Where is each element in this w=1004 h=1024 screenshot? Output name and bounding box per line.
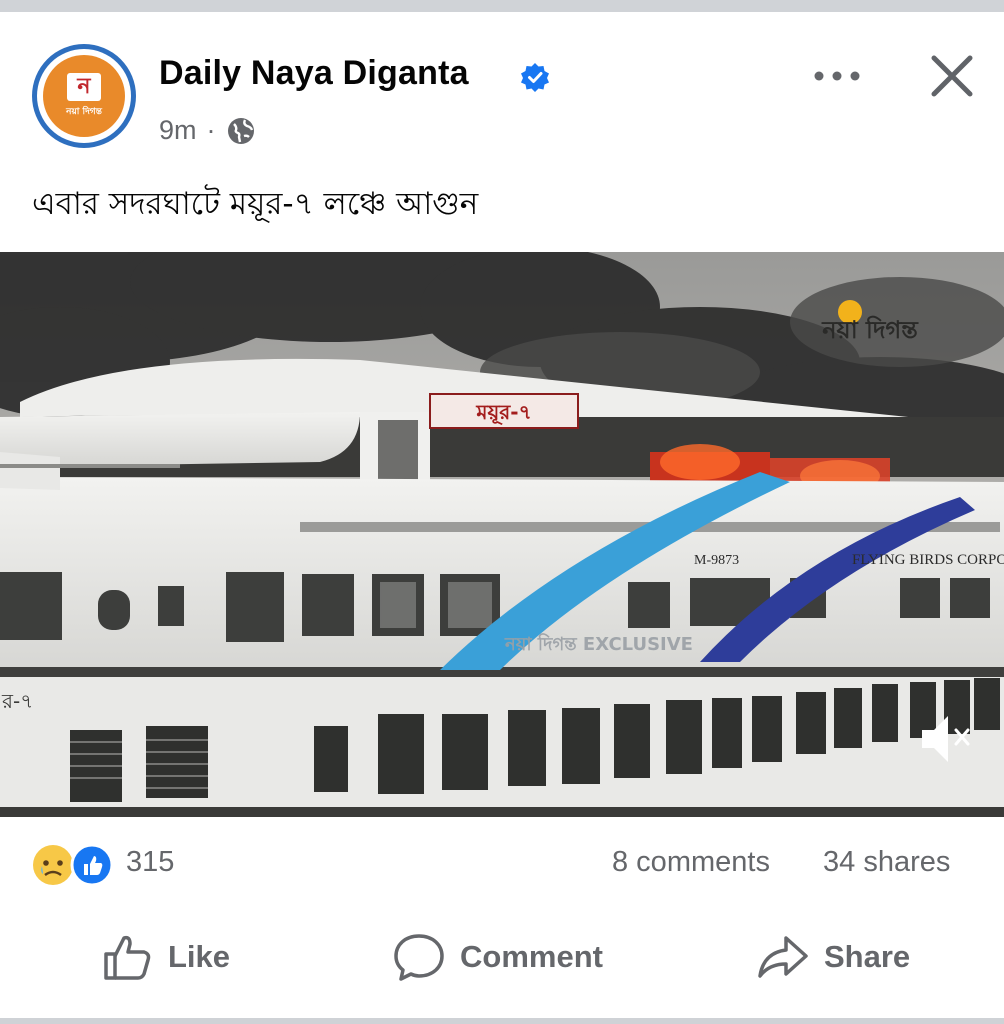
logo-label: নয়া দিগন্ত	[66, 107, 102, 117]
like-label: Like	[168, 939, 231, 974]
comment-icon	[394, 934, 444, 981]
like-icon	[104, 935, 151, 980]
globe-icon	[227, 117, 254, 144]
banner-text: নয়া দিগন্ত EXCLUSIVE	[504, 633, 693, 655]
post-video[interactable]: ময়ূর-৭ M-9873 FLYING BIRDS CORPO নয়া দ…	[0, 252, 1004, 817]
reaction-count[interactable]: 315	[126, 846, 174, 879]
reactions-icon-group[interactable]	[30, 842, 120, 888]
page-logo: ন নয়া দিগন্ত	[43, 55, 125, 137]
post-caption: এবার সদরঘাটে ময়ূর-৭ লঞ্চে আগুন	[32, 186, 479, 222]
video-frame: ময়ূর-৭ M-9873 FLYING BIRDS CORPO নয়া দ…	[0, 252, 1004, 817]
nameplate-text: ময়ূর-৭	[475, 400, 531, 425]
meta-separator: ·	[206, 115, 216, 145]
action-bar: Like Comment Share	[0, 912, 1004, 1002]
close-icon[interactable]	[928, 52, 976, 100]
post-stats: 315 8 comments 34 shares	[0, 832, 1004, 892]
post-card: ন নয়া দিগন্ত Daily Naya Diganta 9m · এব…	[0, 12, 1004, 1018]
share-label: Share	[824, 939, 911, 974]
share-icon	[758, 936, 808, 978]
page-name[interactable]: Daily Naya Diganta	[159, 54, 469, 93]
more-options-icon[interactable]	[810, 64, 864, 88]
avatar[interactable]: ন নয়া দিগন্ত	[32, 44, 136, 148]
logo-letter: ন	[67, 73, 101, 101]
top-strip	[0, 0, 1004, 12]
hull-code: M-9873	[694, 553, 739, 568]
sad-reaction-icon	[33, 845, 73, 885]
company-text: FLYING BIRDS CORPO	[852, 552, 1004, 568]
like-button[interactable]: Like	[102, 932, 230, 982]
comment-button[interactable]: Comment	[392, 932, 603, 982]
post-time[interactable]: 9m	[159, 115, 197, 146]
post-meta: 9m ·	[159, 115, 256, 146]
share-count[interactable]: 34 shares	[823, 846, 950, 879]
watermark-text: নয়া দিগন্ত	[821, 315, 919, 344]
stern-text: র-৭	[1, 689, 33, 713]
like-reaction-icon	[70, 843, 114, 887]
comment-label: Comment	[460, 939, 603, 974]
share-button[interactable]: Share	[756, 932, 910, 982]
post-header: ন নয়া দিগন্ত Daily Naya Diganta 9m ·	[0, 12, 1004, 162]
comment-count[interactable]: 8 comments	[612, 846, 770, 879]
verified-badge-icon	[521, 63, 549, 92]
